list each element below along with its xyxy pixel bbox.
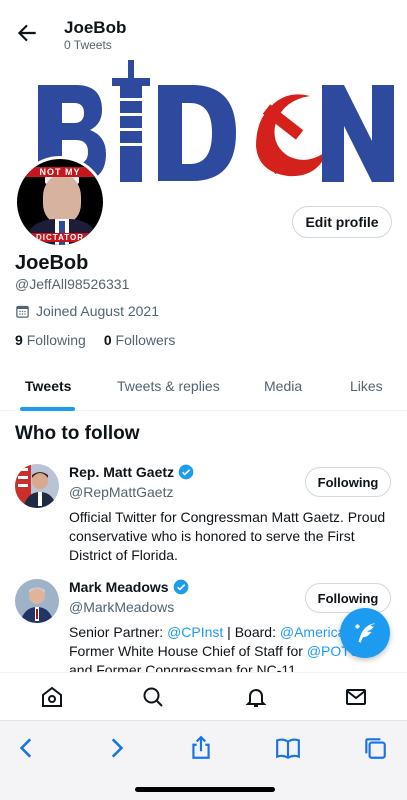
suggestion-name-row[interactable]: Rep. Matt Gaetz: [69, 464, 194, 480]
bio-line: Senior Partner: @CPInst | Board: @Americ…: [69, 623, 369, 642]
bookmarks-button[interactable]: [275, 735, 301, 761]
profile-handle: @JeffAll98526331: [15, 276, 130, 292]
bookmarks-icon: [276, 738, 300, 760]
mail-icon: [346, 689, 366, 705]
avatar[interactable]: [15, 579, 59, 623]
share-icon: [192, 735, 210, 759]
following-label: Following: [26, 332, 86, 348]
tabs-button[interactable]: [362, 735, 388, 761]
suggestion-name: Rep. Matt Gaetz: [69, 464, 175, 480]
suggestion-handle: @MarkMeadows: [69, 599, 175, 615]
followers-link[interactable]: 0 Followers: [104, 332, 176, 348]
nav-search[interactable]: [141, 685, 165, 709]
tabs-icon: [365, 738, 386, 759]
suggestion-item[interactable]: Rep. Matt Gaetz @RepMattGaetz Following …: [0, 462, 407, 563]
profile-avatar[interactable]: NOT MY DICTATOR: [14, 156, 106, 248]
compose-feather-icon: [355, 623, 375, 643]
browser-forward-button[interactable]: [103, 735, 129, 761]
bio-line: Former White House Chief of Staff for @P…: [69, 642, 369, 661]
home-icon: [42, 686, 62, 707]
tab-tweets[interactable]: Tweets: [25, 378, 71, 394]
verified-badge-icon: [178, 464, 194, 480]
following-button[interactable]: Following: [305, 583, 391, 613]
suggestion-name-row[interactable]: Mark Meadows: [69, 579, 189, 595]
user-avatar-image: [15, 464, 59, 508]
tab-media[interactable]: Media: [264, 378, 302, 394]
bell-icon: [245, 689, 267, 707]
nav-notifications[interactable]: [244, 685, 268, 709]
verified-badge-icon: [173, 579, 188, 595]
suggestion-name: Mark Meadows: [69, 579, 169, 595]
home-indicator: [135, 787, 275, 792]
mention-link[interactable]: @CPInst: [167, 624, 223, 640]
following-button[interactable]: Following: [305, 467, 391, 497]
followers-count: 0: [103, 332, 112, 348]
joined-date: Joined August 2021: [15, 303, 159, 319]
compose-tweet-button[interactable]: [340, 608, 390, 658]
tab-tweets-replies[interactable]: Tweets & replies: [117, 378, 220, 394]
search-icon: [143, 687, 163, 707]
profile-name: JoeBob: [15, 252, 89, 274]
tweet-count: 0 Tweets: [64, 38, 112, 52]
back-button[interactable]: [14, 20, 40, 46]
suggestion-handle: @RepMattGaetz: [69, 484, 174, 500]
avatar-caption-top: NOT MY: [17, 167, 103, 177]
nav-messages[interactable]: [344, 685, 368, 709]
nav-home[interactable]: [40, 685, 64, 709]
active-tab-indicator: [20, 407, 75, 411]
edit-profile-button[interactable]: Edit profile: [292, 206, 392, 238]
joined-text: Joined August 2021: [36, 303, 159, 319]
following-count: 9: [15, 332, 23, 348]
avatar-face: [43, 175, 81, 223]
profile-header: JoeBob 0 Tweets: [0, 0, 407, 58]
follow-stats: 9 Following 0 Followers: [15, 332, 175, 348]
followers-label: Followers: [115, 332, 176, 348]
who-to-follow-title: Who to follow: [15, 423, 140, 444]
profile-tabs: Tweets Tweets & replies Media Likes: [0, 366, 407, 411]
safari-forward-icon: [111, 738, 124, 758]
browser-back-button[interactable]: [14, 735, 40, 761]
header-title: JoeBob: [64, 18, 127, 37]
bottom-navigation: [0, 672, 407, 720]
safari-back-icon: [19, 738, 32, 758]
following-link[interactable]: 9 Following: [15, 332, 86, 348]
share-button[interactable]: [188, 735, 214, 761]
bio-text: | Board:: [223, 624, 280, 640]
avatar[interactable]: [15, 464, 59, 508]
calendar-icon: [16, 305, 29, 318]
bio-text: Senior Partner:: [69, 624, 168, 640]
avatar-caption-bottom: DICTATOR: [17, 233, 103, 242]
tab-likes[interactable]: Likes: [350, 378, 383, 394]
suggestion-bio: Official Twitter for Congressman Matt Ga…: [69, 509, 386, 563]
bio-text: Former White House Chief of Staff for: [69, 643, 307, 659]
arrow-left-icon: [17, 24, 36, 42]
user-avatar-image: [15, 579, 59, 623]
